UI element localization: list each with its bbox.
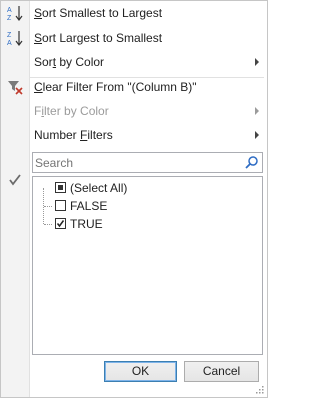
number-filters-label: Number Filters [34, 128, 113, 142]
list-item-true[interactable]: TRUE [33, 215, 233, 233]
checkbox-select-all[interactable] [55, 182, 66, 193]
clear-filter-label: Clear Filter From "(Column B)" [34, 80, 197, 94]
sort-za-icon: Z A [7, 31, 23, 47]
search-input[interactable] [35, 155, 235, 170]
sort-descending-label: Sort Largest to Smallest [34, 31, 163, 45]
sort-az-icon: A Z [7, 6, 23, 22]
ok-button[interactable]: OK [104, 361, 177, 382]
filter-by-color-item: Filter by Color [1, 99, 267, 123]
checkbox-false[interactable] [55, 200, 66, 211]
number-filters-item[interactable]: Number Filters [1, 123, 267, 147]
list-item-label: TRUE [70, 217, 103, 231]
filter-by-color-label: Filter by Color [34, 104, 109, 118]
magnifier-icon [245, 156, 258, 169]
submenu-arrow-icon [255, 107, 259, 115]
tree-branch-line [44, 224, 52, 225]
list-item-label: (Select All) [70, 181, 128, 195]
svg-text:A: A [7, 40, 12, 47]
svg-text:A: A [7, 7, 12, 14]
sort-by-color-label: Sort by Color [34, 55, 105, 69]
sort-ascending-item[interactable]: A Z Sort Smallest to Largest [1, 1, 267, 25]
sort-descending-item[interactable]: Z A Sort Largest to Smallest [1, 26, 267, 50]
svg-text:Z: Z [7, 15, 12, 22]
checkmark-icon [9, 174, 21, 186]
submenu-arrow-icon [255, 131, 259, 139]
clear-filter-icon [8, 81, 23, 95]
submenu-arrow-icon [255, 58, 259, 66]
checkbox-true[interactable] [55, 218, 66, 229]
search-box[interactable] [32, 152, 263, 173]
clear-filter-item[interactable]: Clear Filter From "(Column B)" [1, 75, 267, 99]
autofilter-dropdown: A Z Sort Smallest to Largest Z A Sort La… [0, 0, 268, 398]
resize-grip-icon[interactable] [255, 385, 264, 394]
check-icon [56, 220, 65, 228]
list-item-select-all[interactable]: (Select All) [33, 179, 233, 197]
sort-ascending-label: Sort Smallest to Largest [34, 6, 163, 20]
sort-by-color-item[interactable]: Sort by Color [1, 50, 267, 74]
tree-branch-line [44, 206, 52, 207]
svg-text:Z: Z [7, 32, 12, 39]
list-item-label: FALSE [70, 199, 108, 213]
cancel-button[interactable]: Cancel [184, 361, 259, 382]
list-item-false[interactable]: FALSE [33, 197, 233, 215]
value-list[interactable]: (Select All) FALSE TRUE [32, 176, 263, 355]
